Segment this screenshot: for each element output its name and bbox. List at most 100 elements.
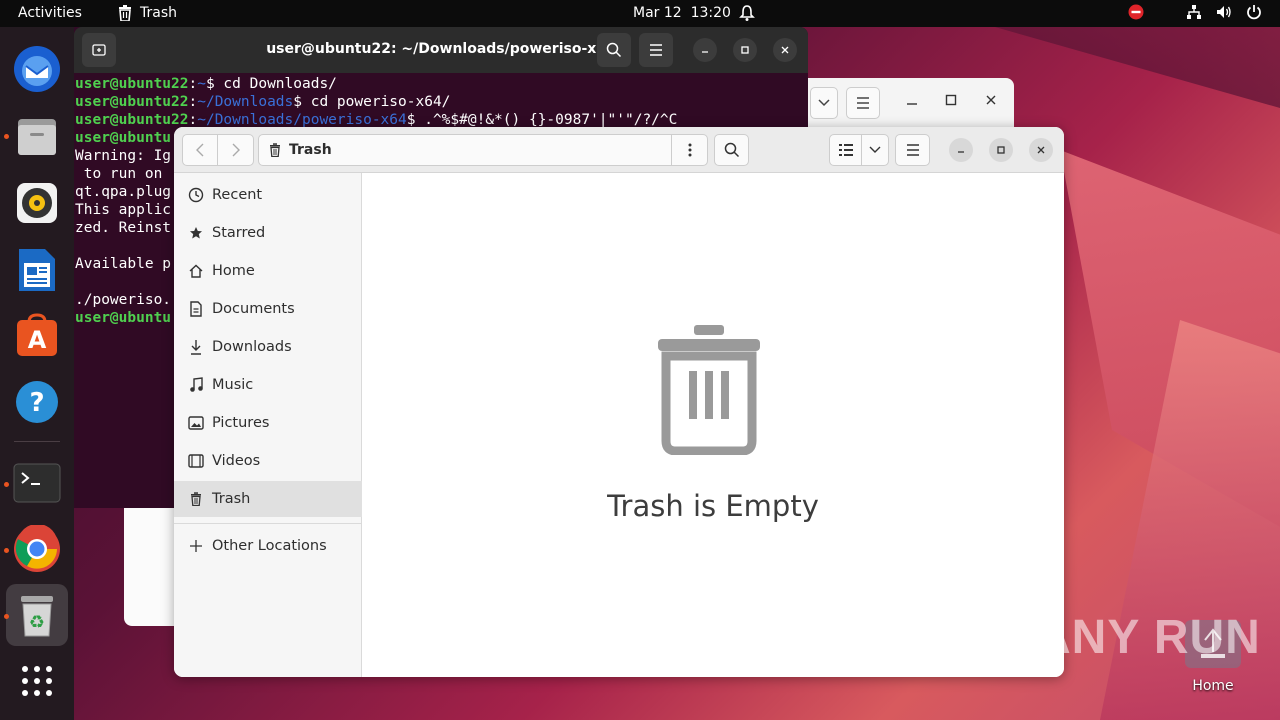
sidebar-item-videos[interactable]: Videos [174, 443, 362, 479]
empty-trash-icon [658, 325, 760, 455]
vertical-dots-icon [688, 143, 691, 157]
menu-button[interactable] [846, 87, 880, 119]
terminal-prompt: user@ubuntu22 [75, 94, 189, 110]
rhythmbox-launcher[interactable] [12, 178, 62, 228]
activities-button[interactable]: Activities [18, 5, 82, 21]
app-center-launcher[interactable]: A [12, 310, 62, 360]
view-options-button[interactable] [862, 135, 888, 165]
files-maximize-button[interactable] [989, 138, 1013, 162]
maximize-icon[interactable] [945, 94, 957, 106]
maximize-icon [741, 46, 749, 54]
trash-icon [191, 492, 201, 506]
back-button[interactable] [183, 135, 219, 165]
terminal-minimize-button[interactable] [693, 38, 717, 62]
sidebar-item-label: Pictures [212, 415, 270, 431]
home-icon [189, 264, 203, 278]
sidebar-item-label: Trash [212, 491, 251, 507]
chrome-launcher[interactable] [12, 524, 62, 574]
sidebar-item-music[interactable]: Music [174, 367, 362, 403]
sidebar-item-label: Videos [212, 453, 261, 469]
terminal-maximize-button[interactable] [733, 38, 757, 62]
close-icon [1037, 146, 1045, 154]
sidebar-item-label: Music [212, 377, 254, 393]
files-minimize-button[interactable] [949, 138, 973, 162]
clock[interactable]: Mar 12 13:20 [633, 5, 731, 21]
network-icon [1187, 5, 1201, 19]
terminal-path: ~/Downloads [197, 94, 294, 110]
trash-launcher[interactable]: ♻ [6, 584, 68, 646]
app-menu[interactable]: Trash [118, 5, 177, 21]
sidebar-item-starred[interactable]: Starred [174, 215, 362, 251]
sidebar-item-downloads[interactable]: Downloads [174, 329, 362, 365]
svg-text:♻: ♻ [29, 612, 45, 633]
help-launcher[interactable]: ? [12, 377, 62, 427]
terminal-titlebar[interactable]: user@ubuntu22: ~/Downloads/poweriso-x64 [74, 27, 808, 73]
terminal-search-button[interactable] [597, 33, 631, 67]
anyrun-watermark: ANY RUN [1036, 610, 1261, 665]
files-launcher[interactable] [12, 111, 62, 161]
hamburger-icon [650, 44, 662, 56]
clock-icon [188, 187, 204, 203]
power-icon [1247, 5, 1261, 20]
sidebar-item-trash[interactable]: Trash [174, 481, 362, 517]
rhythmbox-icon [17, 183, 57, 223]
terminal-menu-button[interactable] [639, 33, 673, 67]
app-grid-icon [22, 666, 52, 696]
terminal-path: ~ [197, 76, 206, 92]
files-close-button[interactable] [1029, 138, 1053, 162]
files-menu-button[interactable] [895, 134, 930, 166]
file-view[interactable]: Trash is Empty [362, 173, 1064, 677]
music-icon [190, 377, 203, 392]
sidebar-item-recent[interactable]: Recent [174, 177, 362, 213]
bell-icon[interactable] [738, 4, 756, 22]
sidebar-item-label: Documents [212, 301, 295, 317]
thunderbird-icon [14, 46, 60, 92]
terminal-close-button[interactable] [773, 38, 797, 62]
clock-time: 13:20 [690, 5, 731, 21]
sidebar-item-home[interactable]: Home [174, 253, 362, 289]
minimize-icon [702, 51, 708, 53]
sidebar-item-other-locations[interactable]: Other Locations [174, 528, 362, 564]
video-icon [188, 454, 204, 468]
location-menu-button[interactable] [671, 135, 707, 165]
files-headerbar[interactable]: Trash [174, 127, 1064, 173]
files-window[interactable]: Trash Recent Starred Home Documents Down… [174, 127, 1064, 677]
thunderbird-launcher[interactable] [12, 44, 62, 94]
sidebar-separator [174, 523, 362, 524]
running-indicator [4, 548, 9, 553]
terminal-colon: : [188, 76, 198, 92]
terminal-command: $ cd Downloads/ [205, 76, 337, 92]
sidebar-item-label: Downloads [212, 339, 292, 355]
chevron-down-icon [818, 99, 830, 107]
minimize-icon[interactable] [906, 96, 918, 108]
path-bar[interactable]: Trash [258, 134, 708, 166]
terminal-launcher[interactable] [12, 458, 62, 508]
files-search-button[interactable] [714, 134, 749, 166]
files-icon [18, 119, 56, 155]
forward-button[interactable] [218, 135, 253, 165]
star-icon [190, 227, 202, 239]
terminal-prompt: user@ubuntu22 [75, 112, 189, 128]
system-tray[interactable] [1128, 4, 1262, 20]
terminal-colon: : [188, 112, 198, 128]
view-toggle [829, 134, 889, 166]
terminal-path: ~/Downloads/poweriso-x64 [197, 112, 407, 128]
list-view-icon [838, 144, 853, 156]
list-view-button[interactable] [830, 135, 862, 165]
writer-launcher[interactable] [12, 245, 62, 295]
background-window-header[interactable] [800, 78, 1014, 128]
sidebar-item-documents[interactable]: Documents [174, 291, 362, 327]
show-apps-button[interactable] [12, 656, 62, 706]
running-indicator [4, 134, 9, 139]
close-icon[interactable] [985, 94, 997, 106]
dock: A ? ♻ [0, 27, 74, 720]
view-options-button[interactable] [810, 87, 838, 119]
nav-buttons [182, 134, 254, 166]
trash-icon [270, 143, 280, 157]
chrome-icon [14, 525, 60, 572]
sidebar-item-pictures[interactable]: Pictures [174, 405, 362, 441]
search-icon [606, 42, 622, 58]
terminal-line: user@ubuntu22:~/Downloads$ cd poweriso-x… [75, 93, 808, 111]
running-indicator [4, 482, 9, 487]
chevron-left-icon [196, 143, 204, 157]
